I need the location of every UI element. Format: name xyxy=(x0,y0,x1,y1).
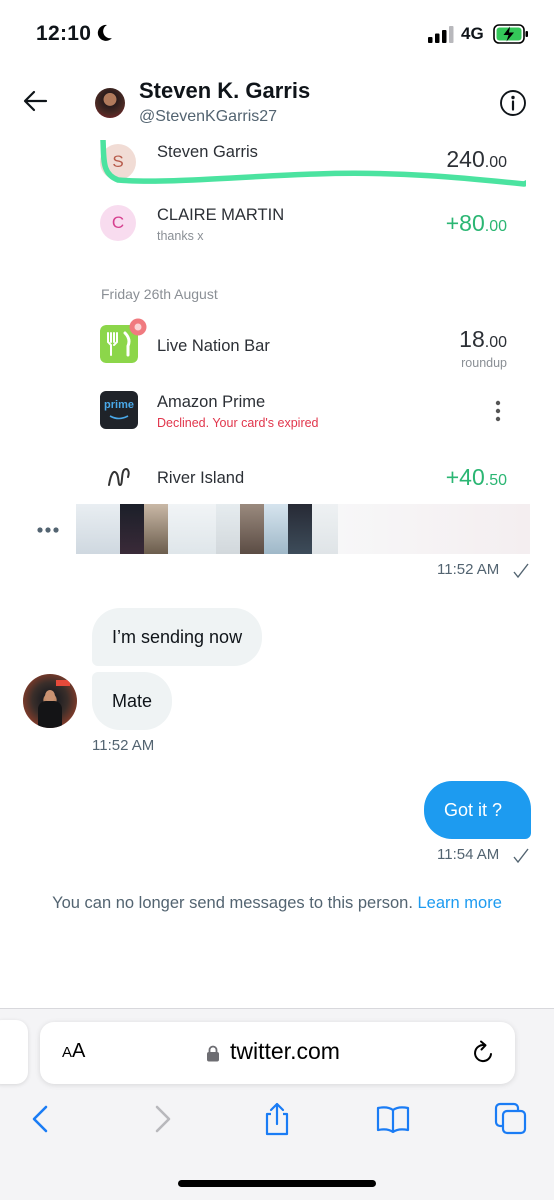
transaction-amount: +80.00 xyxy=(445,210,507,236)
notice-text: You can no longer send messages to this … xyxy=(52,894,413,912)
message-timestamp: 11:52 AM xyxy=(92,737,155,754)
incoming-message-bubble[interactable]: I’m sending now xyxy=(92,608,263,666)
incoming-message-bubble[interactable]: Mate xyxy=(92,672,173,730)
drawn-highlight-mark xyxy=(100,140,526,187)
image-thumbnail-strip[interactable] xyxy=(76,504,530,554)
sent-check-icon xyxy=(513,848,529,864)
tabs-icon[interactable] xyxy=(494,1102,528,1136)
transaction-row-river-island: River Island +40.50 xyxy=(72,454,542,504)
thumbnail xyxy=(144,504,168,554)
transaction-amount: 18.00 xyxy=(459,326,507,352)
amazon-prime-logo: prime xyxy=(100,391,138,429)
header-avatar[interactable] xyxy=(95,88,125,118)
transaction-note: roundup xyxy=(461,356,507,370)
share-icon[interactable] xyxy=(260,1102,294,1136)
river-island-logo xyxy=(108,468,130,487)
conversation-title[interactable]: Steven K. Garris xyxy=(139,78,310,104)
more-options-icon[interactable] xyxy=(36,526,60,534)
back-nav-icon[interactable] xyxy=(24,1102,58,1136)
conversation-handle: @StevenKGarris27 xyxy=(139,108,278,125)
transaction-name: Amazon Prime xyxy=(157,393,266,411)
smile-arrow-icon xyxy=(109,415,129,420)
thumbnail xyxy=(288,504,312,554)
back-arrow-icon[interactable] xyxy=(22,88,48,114)
thumbnail xyxy=(338,504,530,554)
address-bar[interactable]: AA twitter.com xyxy=(40,1022,515,1084)
sender-avatar[interactable] xyxy=(23,674,77,728)
learn-more-link[interactable]: Learn more xyxy=(418,894,502,912)
date-header: Friday 26th August xyxy=(101,286,218,302)
thumbnail xyxy=(76,504,120,554)
conversation-header: Steven K. Garris @StevenKGarris27 xyxy=(0,64,554,140)
message-timestamp: 11:54 AM xyxy=(437,846,500,863)
thumbnail xyxy=(168,504,216,554)
transaction-row-claire: C CLAIRE MARTIN thanks x +80.00 xyxy=(72,200,542,254)
lock-icon xyxy=(207,1045,219,1062)
status-time: 12:10 xyxy=(36,22,92,45)
notification-badge-icon xyxy=(129,318,147,336)
transaction-row-live-nation: Live Nation Bar 18.00 roundup xyxy=(72,318,542,372)
transaction-name: CLAIRE MARTIN xyxy=(157,206,285,224)
reload-icon[interactable] xyxy=(470,1040,496,1066)
transaction-row-amazon: prime Amazon Prime Declined. Your card's… xyxy=(72,386,542,440)
home-indicator[interactable] xyxy=(178,1180,376,1187)
sent-check-icon xyxy=(513,563,529,579)
thumbnail xyxy=(312,504,338,554)
network-label: 4G xyxy=(461,24,484,43)
outgoing-message-bubble[interactable]: Got it ? xyxy=(424,781,531,839)
previous-tab-preview[interactable] xyxy=(0,1020,28,1084)
status-bar: 12:10 4G xyxy=(0,0,554,64)
forward-nav-icon[interactable] xyxy=(145,1102,179,1136)
kebab-menu-icon xyxy=(495,400,501,422)
thumbnail xyxy=(216,504,240,554)
thumbnail xyxy=(264,504,288,554)
battery-charging-icon xyxy=(493,24,528,44)
transaction-note: thanks x xyxy=(157,229,204,243)
transaction-name: Live Nation Bar xyxy=(157,337,270,355)
transaction-name: River Island xyxy=(157,469,245,487)
thumbnail xyxy=(240,504,264,554)
moon-icon xyxy=(97,24,112,41)
url-text[interactable]: twitter.com xyxy=(230,1038,340,1065)
message-timestamp: 11:52 AM xyxy=(437,561,500,578)
attached-screenshot-image[interactable]: S Steven Garris 240.00 C CLAIRE MARTIN t… xyxy=(72,140,542,504)
thumbnail xyxy=(120,504,144,554)
declined-note: Declined. Your card's expired xyxy=(157,416,319,430)
info-icon[interactable] xyxy=(499,89,527,117)
signal-icon xyxy=(428,26,454,43)
cannot-message-notice: You can no longer send messages to this … xyxy=(0,894,554,913)
reader-options-button[interactable]: AA xyxy=(62,1040,85,1063)
transaction-amount: +40.50 xyxy=(445,464,507,490)
bookmarks-icon[interactable] xyxy=(376,1102,410,1136)
contact-initial-c: C xyxy=(100,205,136,241)
